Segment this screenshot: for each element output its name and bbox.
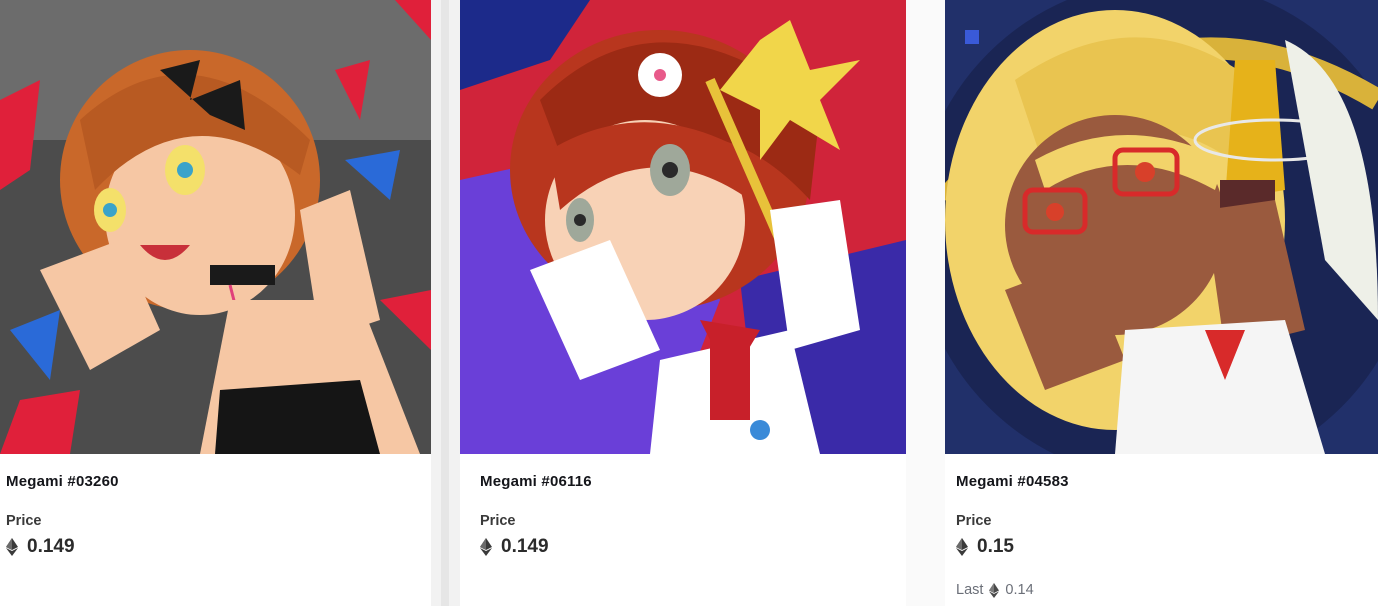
anime-portrait-image bbox=[460, 0, 906, 454]
nft-card[interactable]: Megami #06116 Price 0.149 bbox=[460, 0, 906, 606]
nft-card-grid: Megami #03260 Price 0.149 Megami #06116 … bbox=[0, 0, 1378, 606]
ethereum-icon bbox=[989, 582, 1000, 598]
nft-card[interactable]: Megami #04583 Price 0.15 Last 0.14 bbox=[945, 0, 1378, 606]
price-label: Price bbox=[480, 513, 516, 529]
price-label: Price bbox=[6, 513, 42, 529]
price-label: Price bbox=[956, 513, 992, 529]
last-sale-label: Last bbox=[956, 582, 984, 598]
grid-gutter bbox=[431, 0, 460, 606]
anime-portrait-image bbox=[0, 0, 431, 454]
anime-portrait-image bbox=[945, 0, 1378, 454]
nft-name[interactable]: Megami #03260 bbox=[6, 473, 119, 490]
nft-artwork[interactable] bbox=[0, 0, 431, 454]
card-info: Megami #04583 Price 0.15 Last 0.14 bbox=[945, 454, 1378, 606]
card-info: Megami #03260 Price 0.149 bbox=[0, 454, 431, 606]
grid-gutter bbox=[906, 0, 945, 606]
nft-artwork[interactable] bbox=[945, 0, 1378, 454]
nft-name[interactable]: Megami #04583 bbox=[956, 473, 1069, 490]
price-row: 0.149 bbox=[6, 536, 75, 558]
price-value: 0.149 bbox=[501, 536, 549, 557]
nft-card[interactable]: Megami #03260 Price 0.149 bbox=[0, 0, 431, 606]
price-value: 0.149 bbox=[27, 536, 75, 557]
nft-name[interactable]: Megami #06116 bbox=[480, 473, 592, 490]
price-row: 0.149 bbox=[480, 536, 549, 558]
last-sale-price: 0.14 bbox=[1005, 582, 1034, 598]
ethereum-icon bbox=[956, 538, 968, 556]
ethereum-icon bbox=[6, 538, 18, 556]
price-row: 0.15 bbox=[956, 536, 1014, 558]
last-sale-row: Last 0.14 bbox=[956, 582, 1034, 598]
price-value: 0.15 bbox=[977, 536, 1014, 557]
card-info: Megami #06116 Price 0.149 bbox=[460, 454, 906, 606]
nft-artwork[interactable] bbox=[460, 0, 906, 454]
ethereum-icon bbox=[480, 538, 492, 556]
